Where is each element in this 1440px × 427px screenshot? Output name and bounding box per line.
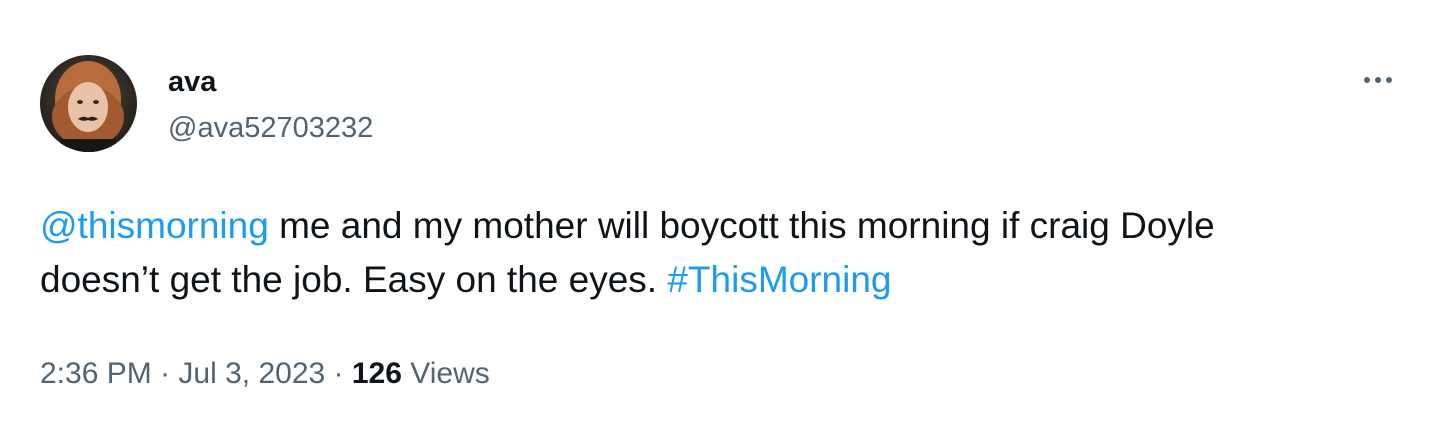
tweet-date[interactable]: Jul 3, 2023 [178,357,325,390]
views-label: Views [401,357,490,390]
meta-separator: · [151,357,179,390]
tweet-time[interactable]: 2:36 PM [40,357,152,390]
tweet-body-line2: doesn’t get the job. Easy on the eyes. [40,259,668,300]
user-handle[interactable]: @ava52703232 [168,110,373,146]
mention-link[interactable]: @thismorning [40,205,269,246]
avatar-image [40,55,137,152]
tweet-text: @thismorning me and my mother will boyco… [40,199,1410,307]
tweet-card: ava @ava52703232 @thismorning me and my … [0,0,1440,427]
avatar[interactable] [40,55,137,152]
meta-separator: · [325,357,352,390]
more-horizontal-icon [1364,77,1392,83]
hashtag-link[interactable]: #ThisMorning [667,259,891,300]
views-count[interactable]: 126 [352,357,402,390]
display-name[interactable]: ava [168,64,216,100]
tweet-meta: 2:36 PM · Jul 3, 2023 · 126 Views [40,354,490,394]
more-options-button[interactable] [1356,62,1400,98]
tweet-body-line1: me and my mother will boycott this morni… [268,205,1215,246]
